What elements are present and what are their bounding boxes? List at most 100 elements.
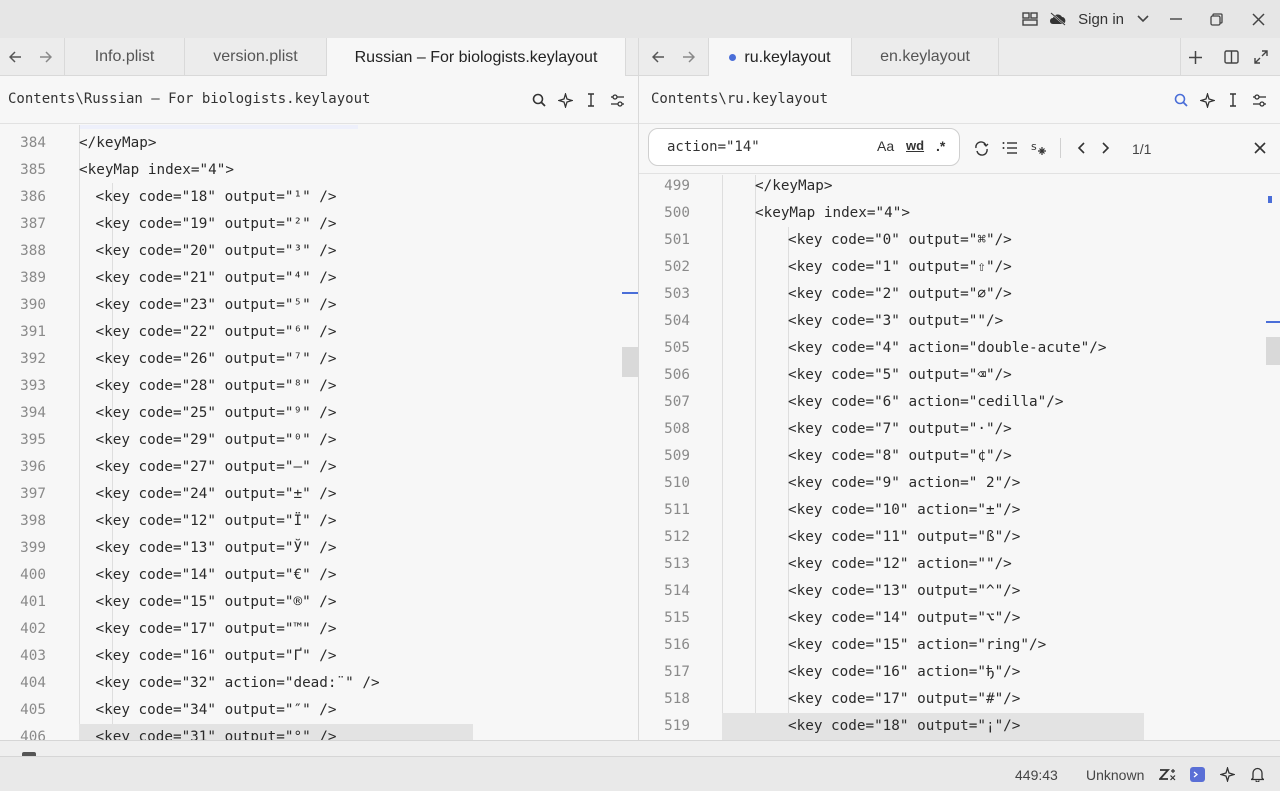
forward-arrow-icon[interactable] xyxy=(673,38,703,76)
code-text[interactable]: <key code="20" output="³" /> xyxy=(96,238,337,265)
sign-in-button[interactable]: Sign in xyxy=(1078,11,1124,28)
tab-version-plist[interactable]: version.plist xyxy=(184,38,326,76)
code-line[interactable]: 504 <key code="3" output=""/> xyxy=(639,308,1280,335)
code-text[interactable]: <key code="16" output="Ґ" /> xyxy=(96,643,337,670)
scrollbar-thumb[interactable] xyxy=(622,347,638,377)
code-line[interactable]: 401 <key code="15" output="®" /> xyxy=(0,589,638,616)
code-text[interactable]: <key code="13" output="Ў" /> xyxy=(96,535,337,562)
code-text[interactable]: <key code="25" output="⁹" /> xyxy=(96,400,337,427)
code-line[interactable]: 516 <key code="15" action="ring"/> xyxy=(639,632,1280,659)
code-line[interactable]: 506 <key code="5" output="⌫"/> xyxy=(639,362,1280,389)
code-text[interactable]: </keyMap> xyxy=(755,173,832,200)
code-text[interactable]: <key code="15" output="®" /> xyxy=(96,589,337,616)
code-line[interactable]: 509 <key code="8" output="¢"/> xyxy=(639,443,1280,470)
back-arrow-icon[interactable] xyxy=(643,38,673,76)
code-line[interactable]: 403 <key code="16" output="Ґ" /> xyxy=(0,643,638,670)
scrollbar-thumb[interactable] xyxy=(1266,337,1280,365)
code-text[interactable]: <key code="28" output="⁸" /> xyxy=(96,373,337,400)
code-text[interactable]: <key code="21" output="⁴" /> xyxy=(96,265,337,292)
code-line[interactable]: 511 <key code="10" action="±"/> xyxy=(639,497,1280,524)
code-line[interactable]: 505 <key code="4" action="double-acute"/> xyxy=(639,335,1280,362)
code-line[interactable]: 500 <keyMap index="4"> xyxy=(639,200,1280,227)
maximize-icon[interactable] xyxy=(1246,38,1276,76)
code-line[interactable]: 510 <key code="9" action=" 2"/> xyxy=(639,470,1280,497)
forward-arrow-icon[interactable] xyxy=(30,38,60,76)
code-line[interactable]: 385 <keyMap index="4"> xyxy=(0,157,638,184)
code-text[interactable]: <keyMap index="4"> xyxy=(755,200,910,227)
code-line[interactable]: 518 <key code="17" output="#"/> xyxy=(639,686,1280,713)
tab-en-keylayout[interactable]: en.keylayout xyxy=(851,38,999,76)
search-icon[interactable] xyxy=(526,87,552,113)
language-selector[interactable]: Unknown xyxy=(1086,767,1144,783)
code-line[interactable]: 512 <key code="11" output="ß"/> xyxy=(639,524,1280,551)
previous-match-icon[interactable] xyxy=(1069,136,1093,160)
code-line[interactable]: 400 <key code="14" output="€" /> xyxy=(0,562,638,589)
code-text[interactable]: <key code="19" output="²" /> xyxy=(96,211,337,238)
chevron-down-icon[interactable] xyxy=(1130,0,1156,38)
right-code-editor[interactable]: 499 </keyMap> 500 <keyMap index="4"> 501 <key… xyxy=(639,175,1280,740)
code-line[interactable]: 391 <key code="22" output="⁶" /> xyxy=(0,319,638,346)
cloud-off-icon[interactable] xyxy=(1044,0,1072,38)
code-text[interactable]: <key code="4" action="double-acute"/> xyxy=(788,335,1106,362)
code-line[interactable]: 501 <key code="0" output="⌘"/> xyxy=(639,227,1280,254)
code-text[interactable]: <key code="26" output="⁷" /> xyxy=(96,346,337,373)
code-text[interactable]: <key code="24" output="±" /> xyxy=(96,481,337,508)
code-line[interactable]: 513 <key code="12" action=""/> xyxy=(639,551,1280,578)
code-text[interactable]: <key code="18" output="¡"/> xyxy=(788,713,1020,740)
code-text[interactable]: <key code="15" action="ring"/> xyxy=(788,632,1046,659)
code-text[interactable]: <key code="5" output="⌫"/> xyxy=(788,362,1012,389)
search-icon[interactable] xyxy=(1168,87,1194,113)
code-text[interactable]: <key code="12" output="Ї" /> xyxy=(96,508,337,535)
left-code-editor[interactable]: 384 </keyMap> 385 <keyMap index="4"> 386 <key… xyxy=(0,125,638,740)
code-line[interactable]: 387 <key code="19" output="²" /> xyxy=(0,211,638,238)
code-line[interactable]: 389 <key code="21" output="⁴" /> xyxy=(0,265,638,292)
code-text[interactable]: <key code="2" output="⌀"/> xyxy=(788,281,1012,308)
code-line[interactable]: 517 <key code="16" action="ђ"/> xyxy=(639,659,1280,686)
code-text[interactable]: <key code="31" output="°" /> xyxy=(96,724,337,740)
settings-sliders-icon[interactable] xyxy=(604,87,630,113)
sparkle-icon[interactable] xyxy=(552,87,578,113)
code-text[interactable]: <key code="3" output=""/> xyxy=(788,308,1003,335)
next-match-icon[interactable] xyxy=(1094,136,1118,160)
breadcrumb-path[interactable]: Contents\ru.keylayout xyxy=(651,91,828,107)
code-text[interactable]: <key code="32" action="dead:¨" /> xyxy=(96,670,380,697)
search-in-selection-icon[interactable]: s xyxy=(1026,136,1050,160)
match-case-toggle[interactable]: Aa xyxy=(877,138,894,154)
code-text[interactable]: <key code="8" output="¢"/> xyxy=(788,443,1012,470)
layout-icon[interactable] xyxy=(1016,0,1044,38)
code-text[interactable]: <key code="12" action=""/> xyxy=(788,551,1012,578)
terminal-icon[interactable] xyxy=(1188,765,1206,783)
code-line[interactable]: 515 <key code="14" output="⌥"/> xyxy=(639,605,1280,632)
code-line[interactable]: 503 <key code="2" output="⌀"/> xyxy=(639,281,1280,308)
code-text[interactable]: <key code="27" output="—" /> xyxy=(96,454,337,481)
code-text[interactable]: <key code="17" output="™" /> xyxy=(96,616,337,643)
settings-sliders-icon[interactable] xyxy=(1246,87,1272,113)
code-line[interactable]: 396 <key code="27" output="—" /> xyxy=(0,454,638,481)
back-arrow-icon[interactable] xyxy=(0,38,30,76)
close-icon[interactable] xyxy=(1236,0,1280,38)
code-text[interactable]: <key code="17" output="#"/> xyxy=(788,686,1020,713)
zed-icon[interactable] xyxy=(1158,765,1176,783)
code-text[interactable]: <key code="14" output="€" /> xyxy=(96,562,337,589)
breadcrumb-path[interactable]: Contents\Russian — For biologists.keylay… xyxy=(8,91,370,107)
code-text[interactable]: <key code="10" action="±"/> xyxy=(788,497,1020,524)
tab-russian-keylayout[interactable]: Russian – For biologists.keylayout xyxy=(326,38,626,77)
code-line[interactable]: 392 <key code="26" output="⁷" /> xyxy=(0,346,638,373)
code-text[interactable]: <key code="13" output="^"/> xyxy=(788,578,1020,605)
code-line[interactable]: 388 <key code="20" output="³" /> xyxy=(0,238,638,265)
sparkle-icon[interactable] xyxy=(1194,87,1220,113)
code-line[interactable]: 390 <key code="23" output="⁵" /> xyxy=(0,292,638,319)
replace-icon[interactable] xyxy=(969,136,993,160)
assistant-icon[interactable] xyxy=(1218,765,1236,783)
code-text[interactable]: <key code="34" output="″" /> xyxy=(96,697,337,724)
code-line[interactable]: 507 <key code="6" action="cedilla"/> xyxy=(639,389,1280,416)
code-line[interactable]: 384 </keyMap> xyxy=(0,130,638,157)
tab-info-plist[interactable]: Info.plist xyxy=(64,38,184,76)
split-pane-icon[interactable] xyxy=(1216,38,1246,76)
code-line[interactable]: 406 <key code="31" output="°" /> xyxy=(0,724,638,740)
code-text[interactable]: <key code="29" output="⁰" /> xyxy=(96,427,337,454)
code-line[interactable]: 393 <key code="28" output="⁸" /> xyxy=(0,373,638,400)
code-line[interactable]: 394 <key code="25" output="⁹" /> xyxy=(0,400,638,427)
code-text[interactable]: <key code="16" action="ђ"/> xyxy=(788,659,1020,686)
find-query-text[interactable]: action="14" xyxy=(667,139,760,155)
